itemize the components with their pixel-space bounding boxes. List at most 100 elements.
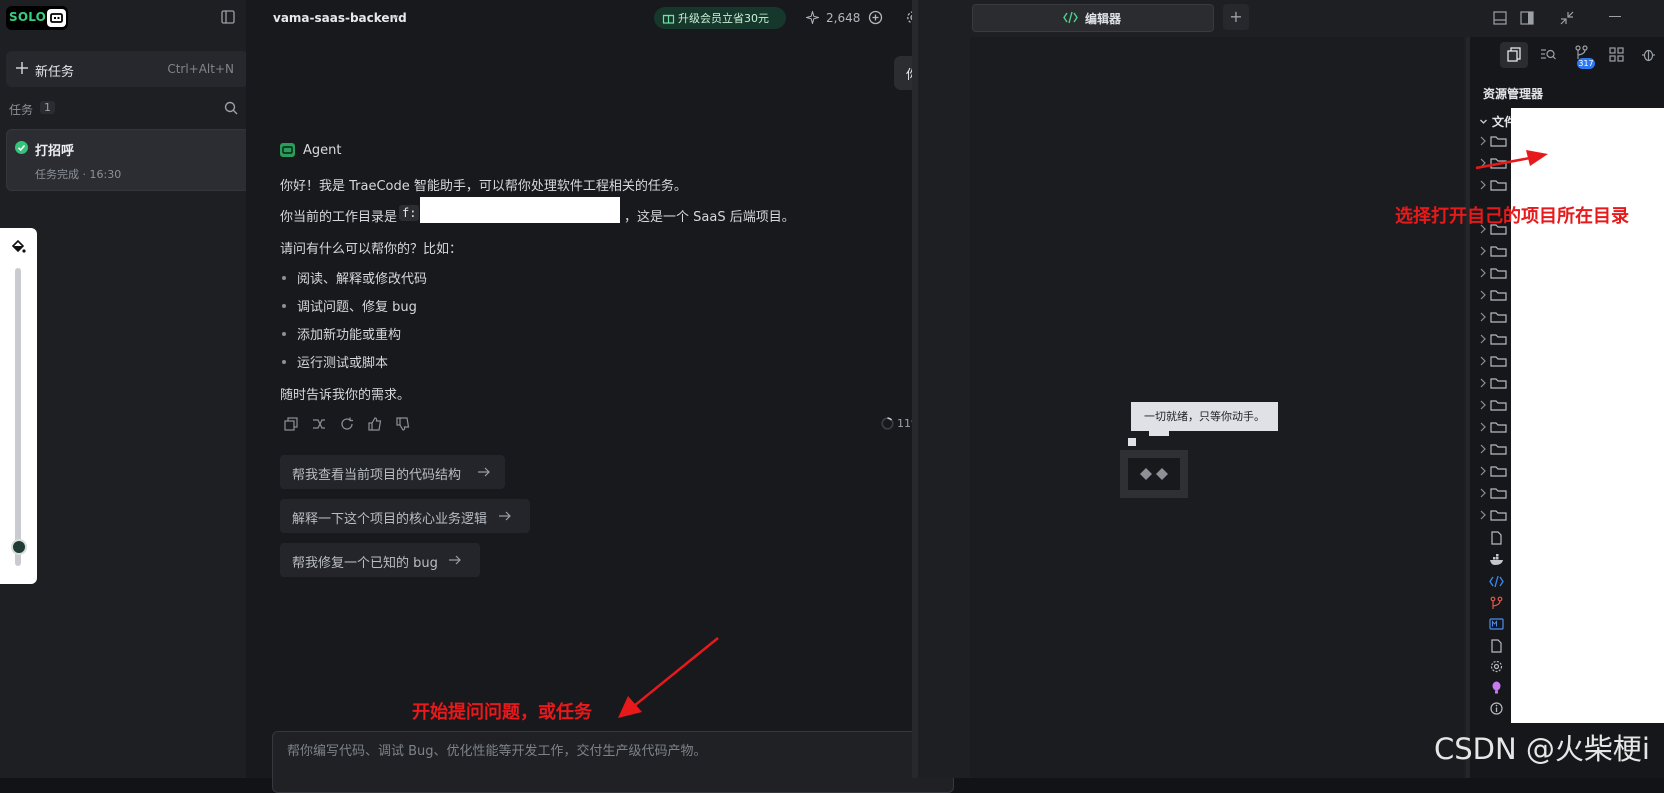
panel-divider[interactable] — [1466, 37, 1470, 778]
list-item: 调试问题、修复 bug — [297, 300, 417, 315]
copy-icon[interactable] — [284, 417, 298, 431]
task-title: 打招呼 — [35, 144, 75, 159]
chevron-down-icon[interactable] — [390, 12, 400, 22]
zoom-slider-panel — [0, 228, 37, 584]
points-count: 2,648 — [826, 11, 861, 25]
agent-closing: 随时告诉我你的需求。 — [280, 388, 411, 403]
file-icon[interactable] — [1490, 639, 1503, 653]
chat-composer — [272, 731, 954, 793]
collapse-icon[interactable] — [1560, 11, 1574, 25]
docker-icon[interactable] — [1489, 553, 1505, 566]
explorer-title: 资源管理器 — [1483, 87, 1544, 101]
chat-input[interactable] — [285, 740, 909, 762]
extensions-grid-icon[interactable] — [1609, 47, 1624, 62]
agent-icon — [280, 143, 295, 157]
html-code-icon[interactable] — [1489, 575, 1504, 588]
info-icon[interactable] — [1490, 702, 1503, 715]
thumbs-down-icon[interactable] — [396, 417, 410, 431]
bullet-dot — [282, 276, 286, 280]
list-item: 阅读、解释或修改代码 — [297, 272, 428, 287]
new-chat-icon[interactable] — [868, 10, 883, 25]
tree-row[interactable] — [1478, 486, 1508, 500]
markdown-icon[interactable] — [1489, 618, 1504, 630]
agent-intro: 你好！我是 TraeCode 智能助手，可以帮你处理软件工程相关的任务。 — [280, 179, 687, 194]
tree-row[interactable] — [1478, 178, 1508, 192]
bulb-icon[interactable] — [1492, 681, 1501, 694]
window-minimize-icon[interactable] — [1609, 16, 1621, 17]
upgrade-button[interactable]: 升级会员立省30元 — [654, 7, 786, 29]
code-icon — [1063, 11, 1078, 24]
thumbs-up-icon[interactable] — [368, 417, 382, 431]
bullet-dot — [282, 304, 286, 308]
task-status: 任务完成 · 16:30 — [35, 168, 122, 181]
git-changes-badge: 317 — [1577, 58, 1595, 69]
tree-row[interactable] — [1478, 332, 1508, 346]
workdir-suffix: ，这是一个 SaaS 后端项目。 — [624, 210, 795, 225]
files-icon[interactable] — [1507, 47, 1522, 62]
tree-row[interactable] — [1478, 464, 1508, 478]
search-files-icon[interactable] — [1540, 47, 1556, 62]
slider-track[interactable] — [15, 268, 21, 566]
suggestion-button[interactable]: 解释一下这个项目的核心业务逻辑 — [280, 499, 530, 533]
tab-editor[interactable]: 编辑器 — [972, 4, 1214, 32]
refresh-icon[interactable] — [340, 417, 354, 431]
robot-icon — [1120, 428, 1188, 498]
layout-bottom-icon[interactable] — [1493, 11, 1507, 25]
slider-handle[interactable] — [11, 539, 27, 556]
suggestion-button[interactable]: 帮我修复一个已知的 bug — [280, 543, 480, 577]
config-gear-icon[interactable] — [1490, 660, 1503, 673]
layout-right-icon[interactable] — [1520, 11, 1534, 25]
list-item: 运行测试或脚本 — [297, 356, 389, 371]
workdir-code: f: — [399, 205, 420, 221]
agent-name: Agent — [303, 143, 342, 158]
arrow-right-icon — [478, 467, 490, 477]
sidebar: SOLO 新任务 Ctrl+Alt+N 任务 1 打招呼 任务完成 · 16:3… — [0, 0, 250, 778]
branch-icon[interactable] — [312, 417, 326, 431]
agent-ask: 请问有什么可以帮你的？比如： — [280, 242, 463, 257]
search-icon[interactable] — [224, 101, 238, 115]
task-item[interactable]: 打招呼 任务完成 · 16:30 — [6, 129, 250, 191]
new-task-button[interactable]: 新任务 Ctrl+Alt+N — [6, 51, 248, 87]
workdir-prefix: 你当前的工作目录是 — [280, 210, 398, 225]
bullet-dot — [282, 360, 286, 364]
tree-row[interactable] — [1478, 288, 1508, 302]
annotation-arrow-left — [618, 637, 719, 718]
tree-row[interactable] — [1478, 354, 1508, 368]
pane-divider[interactable] — [912, 0, 918, 778]
sparkle-icon — [806, 11, 819, 24]
upgrade-label: 升级会员立省30元 — [678, 12, 769, 25]
tree-row[interactable] — [1478, 244, 1508, 258]
debug-bug-icon[interactable] — [1641, 47, 1656, 62]
empty-state-tooltip: 一切就绪，只等你动手。 — [1131, 402, 1278, 431]
arrow-right-icon — [449, 555, 461, 565]
arrow-right-icon — [499, 511, 511, 521]
toggle-sidebar-icon[interactable] — [221, 10, 235, 24]
screenshot-highlight-overlay — [1511, 108, 1664, 723]
tree-row[interactable] — [1478, 134, 1508, 148]
tree-row[interactable] — [1478, 508, 1508, 522]
suggestion-label: 解释一下这个项目的核心业务逻辑 — [292, 512, 488, 527]
tree-row[interactable] — [1478, 376, 1508, 390]
suggestion-button[interactable]: 帮我查看当前项目的代码结构 — [280, 455, 505, 489]
file-icon[interactable] — [1490, 531, 1503, 545]
tree-row[interactable] — [1478, 420, 1508, 434]
solo-logo[interactable]: SOLO — [6, 6, 68, 30]
project-name[interactable]: vama-saas-backend — [273, 11, 407, 25]
tree-row[interactable] — [1478, 398, 1508, 412]
add-tab-button[interactable]: + — [1223, 4, 1249, 30]
chevron-down-icon[interactable] — [1479, 117, 1488, 126]
new-task-label: 新任务 — [35, 65, 75, 80]
tree-row[interactable] — [1478, 266, 1508, 280]
paint-bucket-icon[interactable] — [10, 238, 26, 254]
tree-row[interactable] — [1478, 310, 1508, 324]
tasks-header: 任务 — [9, 103, 34, 117]
redaction-box — [420, 197, 620, 223]
tree-row[interactable] — [1478, 442, 1508, 456]
progress-ring-icon — [881, 417, 894, 430]
check-circle-icon — [15, 141, 28, 154]
git-file-icon[interactable] — [1490, 596, 1503, 610]
list-item: 添加新功能或重构 — [297, 328, 402, 343]
annotation-arrow-right — [1475, 150, 1548, 170]
annotation-ask-question: 开始提问问题，或任务 — [412, 702, 592, 723]
new-task-shortcut: Ctrl+Alt+N — [167, 62, 234, 76]
